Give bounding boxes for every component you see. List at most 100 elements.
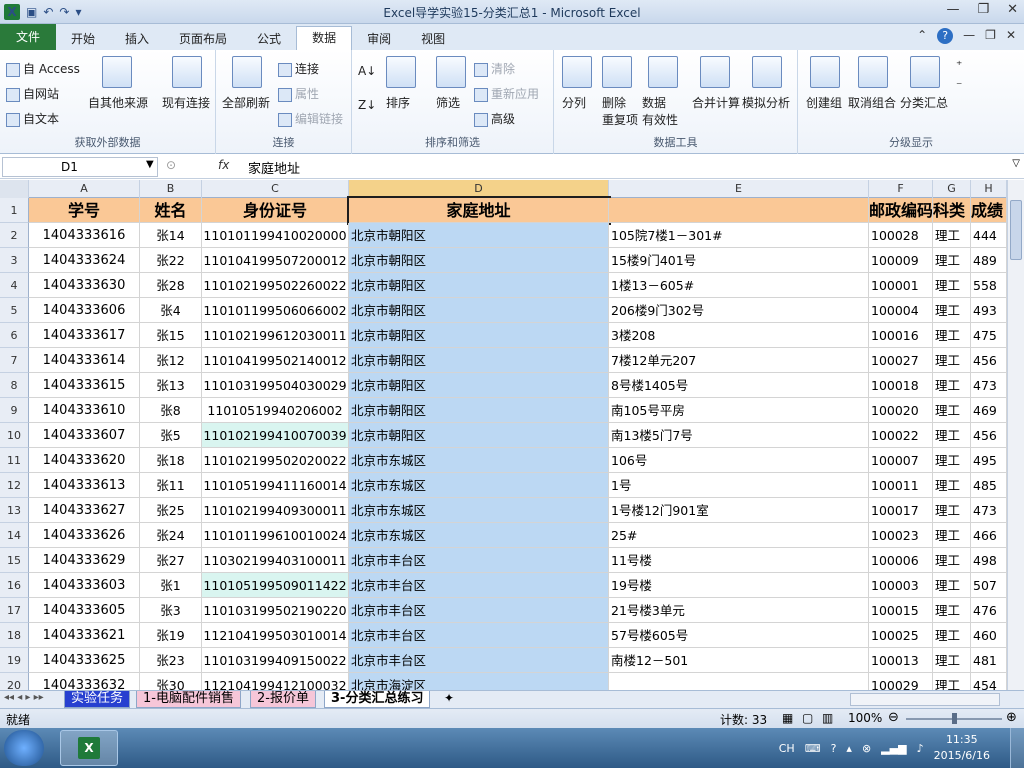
table-cell[interactable]: 1404333621 <box>29 623 140 648</box>
row-header[interactable]: 10 <box>0 423 29 448</box>
table-cell[interactable]: 张28 <box>140 273 202 298</box>
row-header[interactable]: 20 <box>0 673 29 690</box>
minimize-icon[interactable]: — <box>946 2 959 17</box>
language-indicator[interactable]: CH <box>779 742 795 755</box>
table-cell[interactable]: 444 <box>971 223 1007 248</box>
table-cell[interactable]: 理工 <box>933 473 971 498</box>
close-icon[interactable]: ✕ <box>1007 2 1018 17</box>
header-cell-d[interactable]: 家庭地址 <box>347 196 611 225</box>
header-cell-e[interactable] <box>609 198 869 223</box>
table-cell[interactable]: 理工 <box>933 248 971 273</box>
doc-close-icon[interactable]: ✕ <box>1006 28 1016 44</box>
zoom-in-icon[interactable]: ⊕ <box>1006 710 1017 725</box>
hide-detail-icon[interactable]: ⁻ <box>956 78 962 92</box>
group-button[interactable]: 创建组 <box>806 94 842 111</box>
tab-formulas[interactable]: 公式 <box>242 28 296 50</box>
tab-page-layout[interactable]: 页面布局 <box>164 28 242 50</box>
table-cell[interactable]: 110103199502190220 <box>202 598 349 623</box>
tab-insert[interactable]: 插入 <box>110 28 164 50</box>
table-cell[interactable]: 110302199403100011 <box>202 548 349 573</box>
table-cell[interactable]: 北京市东城区 <box>349 448 609 473</box>
horizontal-scrollbar[interactable] <box>850 693 1000 706</box>
row-header[interactable]: 16 <box>0 573 29 598</box>
table-cell[interactable]: 理工 <box>933 648 971 673</box>
table-cell[interactable]: 475 <box>971 323 1007 348</box>
table-cell[interactable]: 1404333610 <box>29 398 140 423</box>
formula-bar-expand-icon[interactable]: ▽ <box>1012 158 1020 169</box>
table-cell[interactable]: 张5 <box>140 423 202 448</box>
security-icon[interactable]: ⊗ <box>862 742 871 755</box>
name-box[interactable]: D1 <box>2 157 158 177</box>
table-cell[interactable]: 25# <box>609 523 869 548</box>
sort-za-button[interactable]: Z↓ <box>358 98 376 112</box>
insert-function-icon[interactable]: fx <box>218 158 229 172</box>
table-cell[interactable]: 1404333606 <box>29 298 140 323</box>
table-cell[interactable]: 1404333616 <box>29 223 140 248</box>
show-detail-icon[interactable]: ⁺ <box>956 58 962 72</box>
select-all-corner[interactable] <box>0 180 29 198</box>
table-cell[interactable]: 206楼9门302号 <box>609 298 869 323</box>
start-button[interactable] <box>4 730 44 766</box>
row-header[interactable]: 6 <box>0 323 29 348</box>
header-cell-a[interactable]: 学号 <box>29 198 140 223</box>
table-cell[interactable]: 理工 <box>933 323 971 348</box>
existing-connections-button[interactable]: 现有连接 <box>162 94 210 111</box>
sheet-tab-quote[interactable]: 2-报价单 <box>250 691 316 708</box>
table-cell[interactable]: 100011 <box>869 473 933 498</box>
table-cell[interactable]: 7楼12单元207 <box>609 348 869 373</box>
table-cell[interactable]: 南13楼5门7号 <box>609 423 869 448</box>
row-header[interactable]: 7 <box>0 348 29 373</box>
table-cell[interactable]: 北京市朝阳区 <box>349 223 609 248</box>
zoom-slider-handle[interactable] <box>952 713 957 724</box>
table-cell[interactable]: 110103199409150022 <box>202 648 349 673</box>
formula-expand-icon[interactable]: ⊙ <box>166 158 176 172</box>
row-header[interactable]: 15 <box>0 548 29 573</box>
column-header-e[interactable]: E <box>609 180 869 198</box>
table-cell[interactable]: 理工 <box>933 498 971 523</box>
tab-home[interactable]: 开始 <box>56 28 110 50</box>
table-cell[interactable]: 北京市东城区 <box>349 523 609 548</box>
ungroup-button[interactable]: 取消组合 <box>848 94 896 111</box>
table-cell[interactable]: 100027 <box>869 348 933 373</box>
table-cell[interactable]: 1号楼12门901室 <box>609 498 869 523</box>
table-cell[interactable]: 1404333613 <box>29 473 140 498</box>
table-cell[interactable]: 1404333614 <box>29 348 140 373</box>
row-header[interactable]: 14 <box>0 523 29 548</box>
table-cell[interactable]: 112104199503010014 <box>202 623 349 648</box>
sheet-tab-subtotal[interactable]: 3-分类汇总练习 <box>324 691 431 708</box>
table-cell[interactable]: 110105199509011422 <box>202 573 349 598</box>
table-cell[interactable]: 张13 <box>140 373 202 398</box>
table-cell[interactable]: 张11 <box>140 473 202 498</box>
subtotal-button[interactable]: 分类汇总 <box>900 94 948 111</box>
table-cell[interactable]: 100007 <box>869 448 933 473</box>
file-tab[interactable]: 文件 <box>0 24 56 50</box>
row-header[interactable]: 4 <box>0 273 29 298</box>
table-cell[interactable]: 1404333624 <box>29 248 140 273</box>
table-cell[interactable]: 110104199502140012 <box>202 348 349 373</box>
table-cell[interactable]: 1404333630 <box>29 273 140 298</box>
table-cell[interactable]: 456 <box>971 348 1007 373</box>
sheet-tab-task[interactable]: 实验任务 <box>64 691 131 708</box>
advanced-button[interactable]: 高级 <box>474 110 515 127</box>
table-cell[interactable]: 张19 <box>140 623 202 648</box>
sort-button[interactable]: 排序 <box>386 94 410 111</box>
table-cell[interactable]: 北京市朝阳区 <box>349 298 609 323</box>
column-header-c[interactable]: C <box>202 180 349 198</box>
whatif-button[interactable]: 模拟分析 <box>742 94 790 111</box>
table-cell[interactable]: 理工 <box>933 573 971 598</box>
table-cell[interactable]: 南楼12－501 <box>609 648 869 673</box>
table-cell[interactable]: 北京市朝阳区 <box>349 423 609 448</box>
help-tray-icon[interactable]: ? <box>831 742 837 755</box>
clock[interactable]: 11:35 2015/6/16 <box>934 732 990 764</box>
table-cell[interactable]: 张24 <box>140 523 202 548</box>
refresh-all-button[interactable]: 全部刷新 <box>222 94 270 111</box>
table-cell[interactable]: 100022 <box>869 423 933 448</box>
row-header[interactable]: 2 <box>0 223 29 248</box>
remove-duplicates-button[interactable]: 删除 重复项 <box>602 94 638 128</box>
volume-icon[interactable]: ♪ <box>917 742 924 755</box>
table-cell[interactable]: 理工 <box>933 273 971 298</box>
table-cell[interactable]: 100029 <box>869 673 933 690</box>
table-cell[interactable]: 北京市朝阳区 <box>349 273 609 298</box>
table-cell[interactable]: 张18 <box>140 448 202 473</box>
table-cell[interactable]: 理工 <box>933 398 971 423</box>
